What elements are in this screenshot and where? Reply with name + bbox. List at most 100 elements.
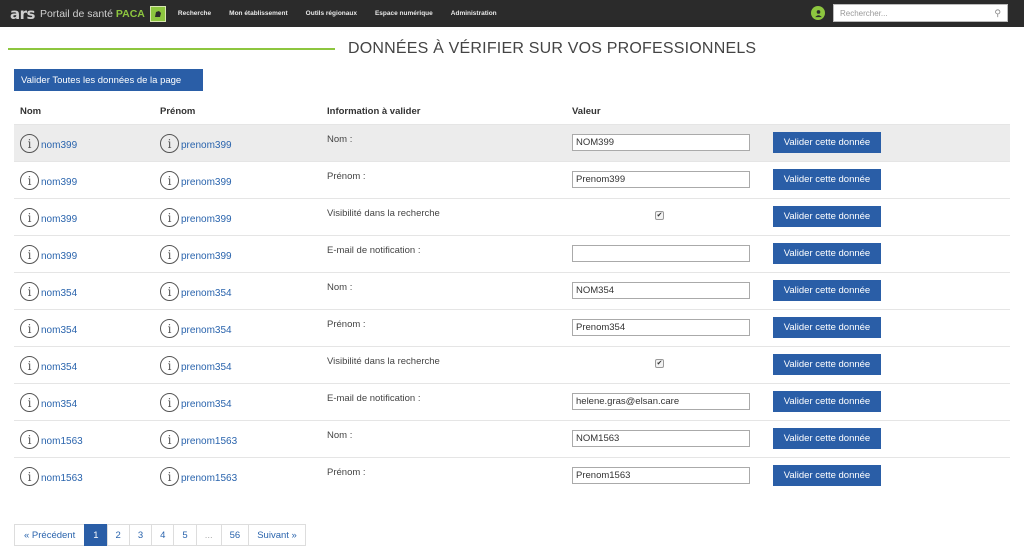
info-icon[interactable]: i xyxy=(160,245,179,264)
pagination-page-3[interactable]: 3 xyxy=(128,524,153,546)
search-input[interactable] xyxy=(840,8,995,18)
value-input[interactable] xyxy=(572,171,750,188)
nom-link[interactable]: nom399 xyxy=(41,251,77,262)
info-icon[interactable]: i xyxy=(160,393,179,412)
prenom-link[interactable]: prenom354 xyxy=(181,362,232,373)
validate-data-button[interactable]: Valider cette donnée xyxy=(773,132,881,153)
prenom-link[interactable]: prenom399 xyxy=(181,177,232,188)
validate-data-button[interactable]: Valider cette donnée xyxy=(773,391,881,412)
info-icon[interactable]: i xyxy=(20,245,39,264)
pagination-page-56[interactable]: 56 xyxy=(220,524,250,546)
field-label: Nom : xyxy=(327,282,353,293)
field-label: E-mail de notification : xyxy=(327,245,421,256)
nav-item-4[interactable]: Administration xyxy=(451,10,497,17)
prenom-link[interactable]: prenom399 xyxy=(181,251,232,262)
field-label: E-mail de notification : xyxy=(327,393,421,404)
info-icon[interactable]: i xyxy=(160,430,179,449)
info-icon[interactable]: i xyxy=(160,356,179,375)
info-icon[interactable]: i xyxy=(20,134,39,153)
value-input[interactable] xyxy=(572,134,750,151)
prenom-link[interactable]: prenom399 xyxy=(181,214,232,225)
info-icon[interactable]: i xyxy=(20,467,39,486)
validate-data-button[interactable]: Valider cette donnée xyxy=(773,317,881,338)
info-icon[interactable]: i xyxy=(160,171,179,190)
field-label: Nom : xyxy=(327,430,353,441)
nom-link[interactable]: nom354 xyxy=(41,288,77,299)
pagination-next[interactable]: Suivant » xyxy=(248,524,306,546)
column-header-valeur: Valeur xyxy=(572,106,601,117)
info-icon[interactable]: i xyxy=(20,393,39,412)
nav-item-0[interactable]: Recherche xyxy=(178,10,211,17)
info-icon[interactable]: i xyxy=(160,134,179,153)
search-icon[interactable]: ⚲ xyxy=(994,8,1001,19)
column-header-nom: Nom xyxy=(20,106,42,117)
user-icon[interactable] xyxy=(811,6,825,20)
info-icon[interactable]: i xyxy=(20,171,39,190)
nom-link[interactable]: nom354 xyxy=(41,399,77,410)
info-icon[interactable]: i xyxy=(160,208,179,227)
pagination-page-4[interactable]: 4 xyxy=(151,524,175,546)
table-row: inom399iprenom399Prénom :Valider cette d… xyxy=(14,161,1010,198)
prenom-link[interactable]: prenom354 xyxy=(181,288,232,299)
info-icon[interactable]: i xyxy=(160,282,179,301)
value-input[interactable] xyxy=(572,393,750,410)
nom-link[interactable]: nom399 xyxy=(41,214,77,225)
info-icon[interactable]: i xyxy=(20,430,39,449)
info-icon[interactable]: i xyxy=(160,467,179,486)
search-box: ⚲ xyxy=(833,4,1008,22)
prenom-link[interactable]: prenom1563 xyxy=(181,473,237,484)
nom-link[interactable]: nom354 xyxy=(41,325,77,336)
prenom-link[interactable]: prenom399 xyxy=(181,140,232,151)
value-input[interactable] xyxy=(572,467,750,484)
region-map-icon xyxy=(149,5,166,22)
nom-link[interactable]: nom399 xyxy=(41,140,77,151)
pagination-previous[interactable]: « Précédent xyxy=(14,524,86,546)
brand[interactable]: ars Portail de santé PACA xyxy=(10,0,166,27)
visibility-checkbox[interactable]: ✔ xyxy=(655,211,664,220)
validate-data-button[interactable]: Valider cette donnée xyxy=(773,206,881,227)
info-icon[interactable]: i xyxy=(20,356,39,375)
page-title: DONNÉES À VÉRIFIER SUR VOS PROFESSIONNEL… xyxy=(348,40,757,57)
nom-link[interactable]: nom354 xyxy=(41,362,77,373)
table-row: inom1563iprenom1563Prénom :Valider cette… xyxy=(14,457,1010,494)
validate-data-button[interactable]: Valider cette donnée xyxy=(773,465,881,486)
nom-link[interactable]: nom1563 xyxy=(41,473,83,484)
info-icon[interactable]: i xyxy=(160,319,179,338)
pagination-page-1[interactable]: 1 xyxy=(84,524,108,546)
column-header-information: Information à valider xyxy=(327,106,421,117)
brand-region: PACA xyxy=(115,7,145,20)
validate-data-button[interactable]: Valider cette donnée xyxy=(773,428,881,449)
prenom-link[interactable]: prenom354 xyxy=(181,325,232,336)
table-row: inom354iprenom354Prénom :Valider cette d… xyxy=(14,309,1010,346)
field-label: Prénom : xyxy=(327,467,366,478)
prenom-link[interactable]: prenom354 xyxy=(181,399,232,410)
info-icon[interactable]: i xyxy=(20,282,39,301)
field-label: Prénom : xyxy=(327,319,366,330)
pagination-page-2[interactable]: 2 xyxy=(106,524,130,546)
visibility-checkbox[interactable]: ✔ xyxy=(655,359,664,368)
value-input[interactable] xyxy=(572,319,750,336)
prenom-link[interactable]: prenom1563 xyxy=(181,436,237,447)
pagination-ellipsis[interactable]: ... xyxy=(195,524,222,546)
navbar-right: ⚲ xyxy=(811,4,1008,22)
nav-item-1[interactable]: Mon établissement xyxy=(229,10,288,17)
validate-data-button[interactable]: Valider cette donnée xyxy=(773,169,881,190)
nav-item-2[interactable]: Outils régionaux xyxy=(306,10,357,17)
pagination: « Précédent 1 2 3 4 5... 56 Suivant » xyxy=(14,524,306,546)
value-input[interactable] xyxy=(572,430,750,447)
validate-data-button[interactable]: Valider cette donnée xyxy=(773,354,881,375)
pagination-page-5[interactable]: 5 xyxy=(173,524,197,546)
value-input[interactable] xyxy=(572,245,750,262)
table-row: i nom354 i prenom354 E-mail de notification … xyxy=(14,383,1010,420)
validate-data-button[interactable]: Valider cette donnée xyxy=(773,243,881,264)
top-navbar: ars Portail de santé PACA Recherche Mon é… xyxy=(0,0,1024,27)
field-label: Prénom : xyxy=(327,171,366,182)
validate-data-button[interactable]: Valider cette donnée xyxy=(773,280,881,301)
info-icon[interactable]: i xyxy=(20,208,39,227)
info-icon[interactable]: i xyxy=(20,319,39,338)
nom-link[interactable]: nom399 xyxy=(41,177,77,188)
nom-link[interactable]: nom1563 xyxy=(41,436,83,447)
value-input[interactable] xyxy=(572,282,750,299)
validate-all-button[interactable]: Valider Toutes les données de la page xyxy=(14,69,203,91)
nav-item-3[interactable]: Espace numérique xyxy=(375,10,433,17)
